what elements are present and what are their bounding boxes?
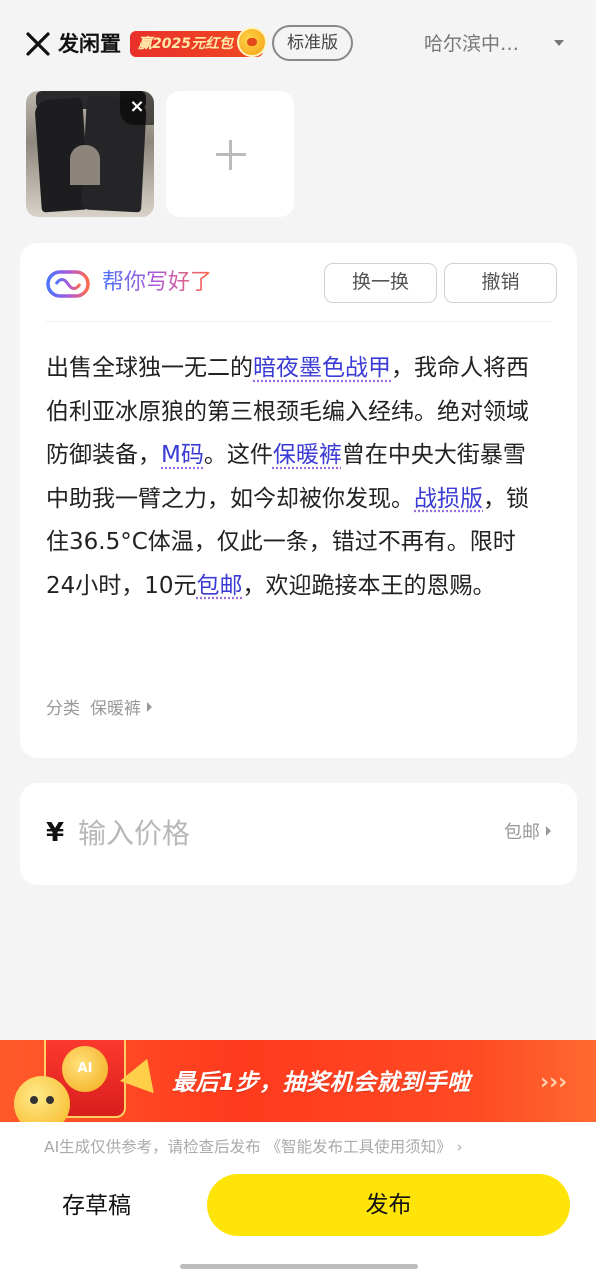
product-photo[interactable]: × (26, 91, 154, 217)
price-card: ¥ 包邮 (20, 783, 577, 885)
remove-photo-icon[interactable]: × (120, 91, 154, 125)
divider (46, 321, 551, 322)
lottery-banner[interactable]: AI 最后1步，抽奖机会就到手啦 ››› (0, 1040, 596, 1124)
category-selector[interactable]: 分类 保暖裤 (46, 695, 152, 723)
description-text[interactable]: 出售全球独一无二的暗夜墨色战甲，我命人将西伯利亚冰原狼的第三根颈毛编入经纬。绝对… (46, 347, 536, 608)
ai-coin-icon: AI (62, 1046, 108, 1092)
coin-icon (236, 27, 267, 57)
banner-text: 最后1步，抽奖机会就到手啦 (172, 1070, 471, 1096)
top-bar: 发闲置 赢2025元红包 标准版 哈尔滨中… (0, 0, 596, 88)
bottom-action-bar: AI生成仅供参考，请检查后发布 《智能发布工具使用须知》 › 存草稿 发布 (0, 1122, 596, 1280)
keyword-highlight[interactable]: 暗夜墨色战甲 (253, 355, 391, 381)
promo-badge[interactable]: 赢2025元红包 (130, 27, 267, 57)
save-draft-button[interactable]: 存草稿 (62, 1189, 131, 1223)
category-label: 分类 (46, 699, 80, 719)
location-selector[interactable]: 哈尔滨中… (424, 30, 519, 58)
add-photo-button[interactable] (166, 91, 294, 217)
swap-button[interactable]: 换一换 (324, 263, 437, 303)
undo-button[interactable]: 撤销 (444, 263, 557, 303)
price-input[interactable] (78, 813, 378, 853)
ai-disclaimer-link[interactable]: AI生成仅供参考，请检查后发布 《智能发布工具使用须知》 › (44, 1136, 463, 1158)
caret-down-icon[interactable] (554, 40, 564, 46)
mode-toggle-button[interactable]: 标准版 (272, 25, 353, 61)
keyword-highlight[interactable]: M码 (161, 442, 204, 468)
chevron-right-icon (147, 702, 152, 712)
home-indicator (180, 1264, 418, 1269)
description-segment: 出售全球独一无二的 (46, 355, 253, 381)
shipping-selector[interactable]: 包邮 (504, 820, 551, 846)
currency-symbol: ¥ (46, 818, 65, 848)
ai-logo-icon (46, 270, 90, 298)
arrow-up-icon (119, 1052, 165, 1094)
keyword-highlight[interactable]: 保暖裤 (273, 442, 342, 468)
category-value: 保暖裤 (90, 699, 141, 719)
publish-button[interactable]: 发布 (207, 1174, 570, 1236)
chevron-right-icon (546, 826, 551, 836)
ai-description-card: 帮你写好了 换一换 撤销 出售全球独一无二的暗夜墨色战甲，我命人将西伯利亚冰原狼… (20, 243, 577, 758)
chevrons-right-icon: ››› (540, 1070, 568, 1095)
close-icon[interactable] (24, 30, 52, 58)
shipping-label: 包邮 (504, 822, 540, 843)
keyword-highlight[interactable]: 包邮 (197, 573, 243, 599)
description-segment: 。这件 (203, 442, 273, 468)
promo-badge-label: 赢2025元红包 (138, 36, 233, 52)
description-segment: ，欢迎跪接本王的恩赐。 (242, 572, 496, 599)
page-title: 发闲置 (58, 32, 121, 56)
keyword-highlight[interactable]: 战损版 (414, 486, 483, 512)
mascot-icon (14, 1076, 70, 1124)
ai-card-title: 帮你写好了 (102, 267, 212, 299)
